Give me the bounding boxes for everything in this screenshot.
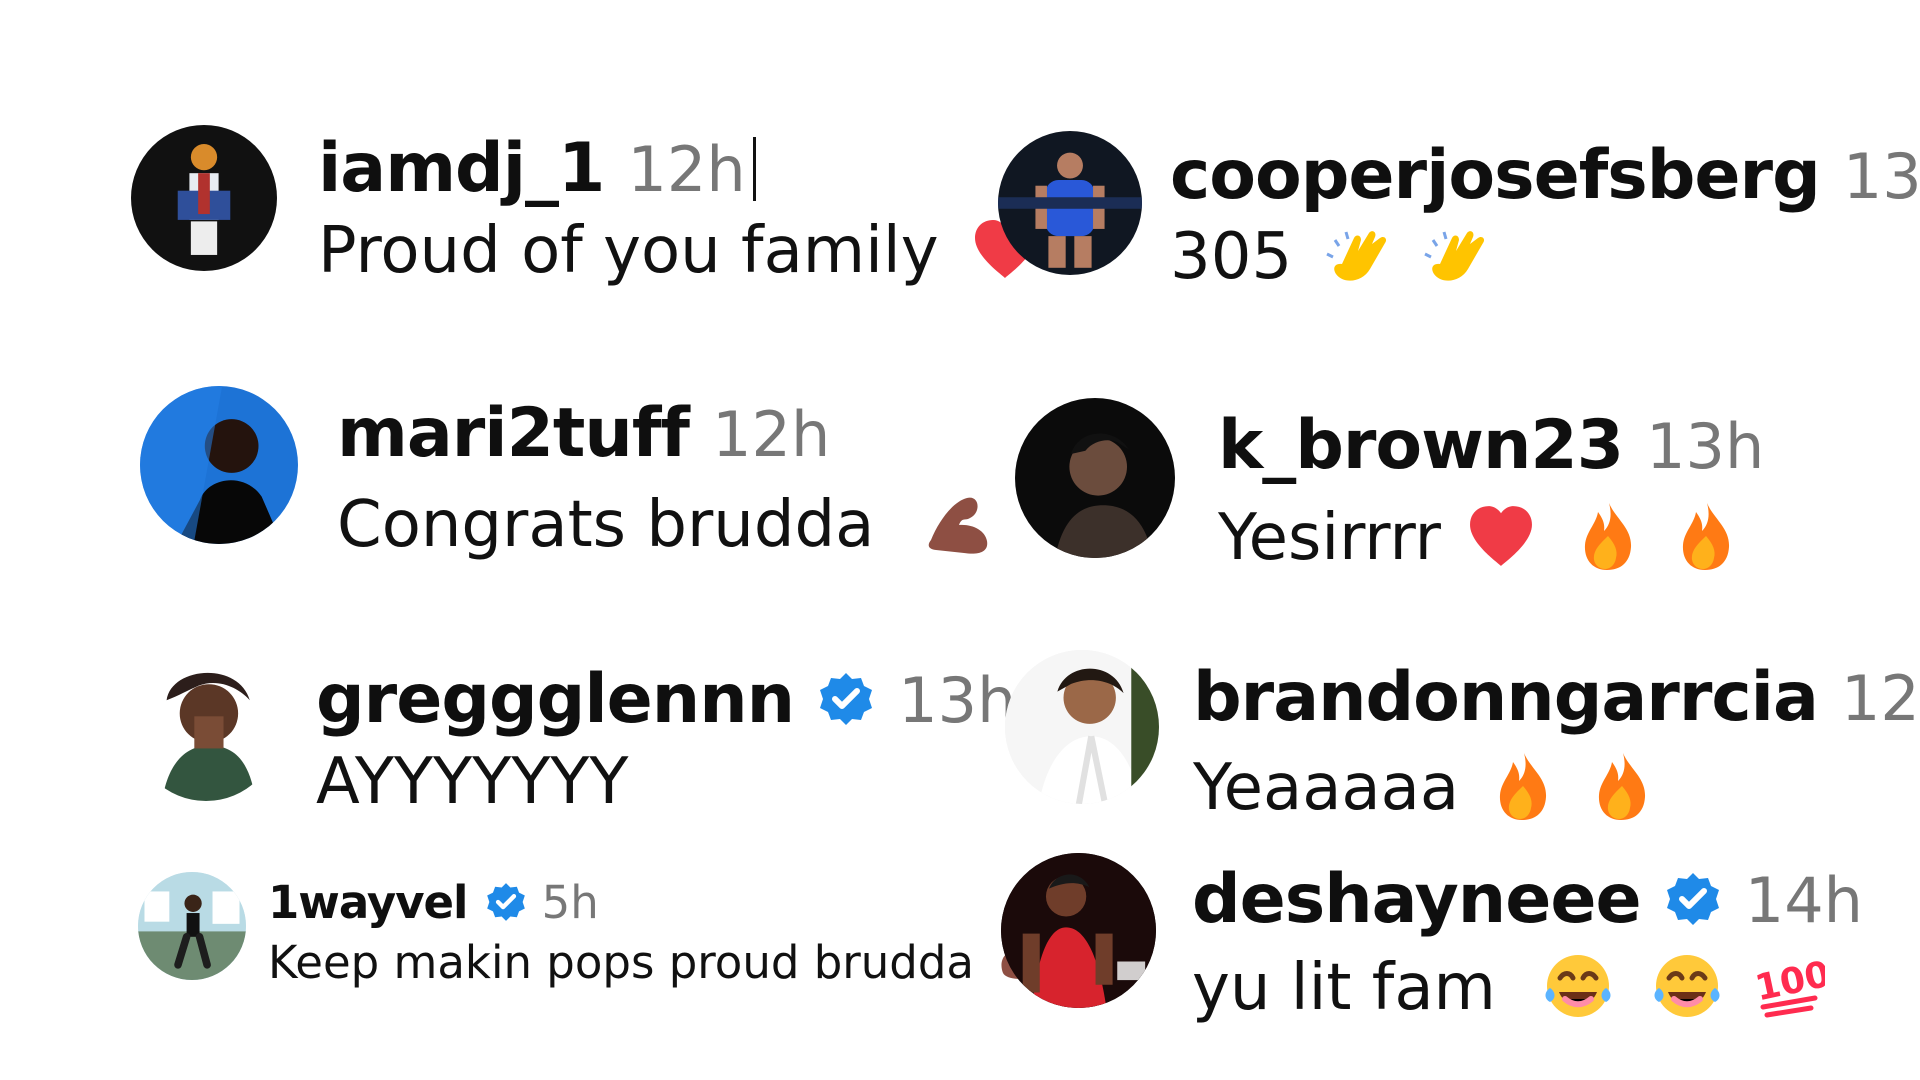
hundred-points-icon: 100 <box>1752 950 1834 1033</box>
fire-icon <box>1495 750 1551 833</box>
flex-icon <box>923 490 995 567</box>
avatar[interactable] <box>1001 853 1156 1008</box>
username[interactable]: 1wayvel <box>268 876 468 929</box>
comment-text: Congrats brudda <box>337 488 875 563</box>
reply-row-stub <box>270 1025 530 1033</box>
avatar[interactable] <box>1015 398 1175 558</box>
fire-icon <box>1678 500 1734 583</box>
timestamp: 13h <box>898 664 1017 737</box>
username[interactable]: deshayneee <box>1192 860 1642 939</box>
timestamp: 5h <box>541 876 599 929</box>
verified-badge-icon <box>817 670 875 728</box>
timestamp: 12h <box>627 133 746 206</box>
avatar-image <box>998 131 1142 275</box>
avatar-image <box>131 125 277 271</box>
avatar-image <box>133 655 279 801</box>
fire-icon <box>1594 750 1650 833</box>
text-cursor-icon <box>752 137 756 201</box>
timestamp: 12h <box>712 398 831 471</box>
username[interactable]: greggglennn <box>316 660 795 739</box>
avatar[interactable] <box>133 655 279 801</box>
username[interactable]: k_brown23 <box>1218 406 1624 485</box>
avatar[interactable] <box>138 872 246 980</box>
username[interactable]: cooperjosefsberg <box>1170 136 1821 215</box>
comment-text: 305 <box>1170 220 1293 295</box>
comment-text: yu lit fam <box>1192 951 1496 1026</box>
avatar-image <box>1001 853 1156 1008</box>
timestamp: 12h <box>1840 662 1920 735</box>
comment-text: Yesirrrr <box>1218 501 1441 576</box>
comment-text: Proud of you family <box>318 214 939 289</box>
heart-icon <box>1465 504 1537 579</box>
timestamp: 13h <box>1646 410 1765 483</box>
avatar-image <box>140 386 298 544</box>
username[interactable]: brandonngarrcia <box>1193 658 1819 737</box>
avatar[interactable] <box>1005 650 1159 804</box>
avatar-image <box>1015 398 1175 558</box>
clap-icon <box>1325 222 1391 299</box>
clap-icon <box>1423 222 1489 299</box>
fire-icon <box>1580 500 1636 583</box>
tears-of-joy-icon <box>1542 950 1614 1033</box>
avatar[interactable] <box>131 125 277 271</box>
avatar[interactable] <box>998 131 1142 275</box>
tears-of-joy-icon <box>1651 950 1723 1033</box>
avatar-image <box>1005 650 1159 804</box>
username[interactable]: iamdj_1 <box>318 129 605 208</box>
avatar-image <box>138 872 246 980</box>
verified-badge-icon <box>485 881 527 923</box>
username[interactable]: mari2tuff <box>337 394 690 473</box>
avatar[interactable] <box>140 386 298 544</box>
comment-text: Yeaaaaa <box>1193 751 1460 826</box>
timestamp: 14h <box>1744 864 1863 937</box>
comment-text: Keep makin pops proud brudda <box>268 936 975 989</box>
verified-badge-icon <box>1664 870 1722 928</box>
timestamp: 13h <box>1842 140 1920 213</box>
comment-text: AYYYYYYY <box>316 745 629 819</box>
